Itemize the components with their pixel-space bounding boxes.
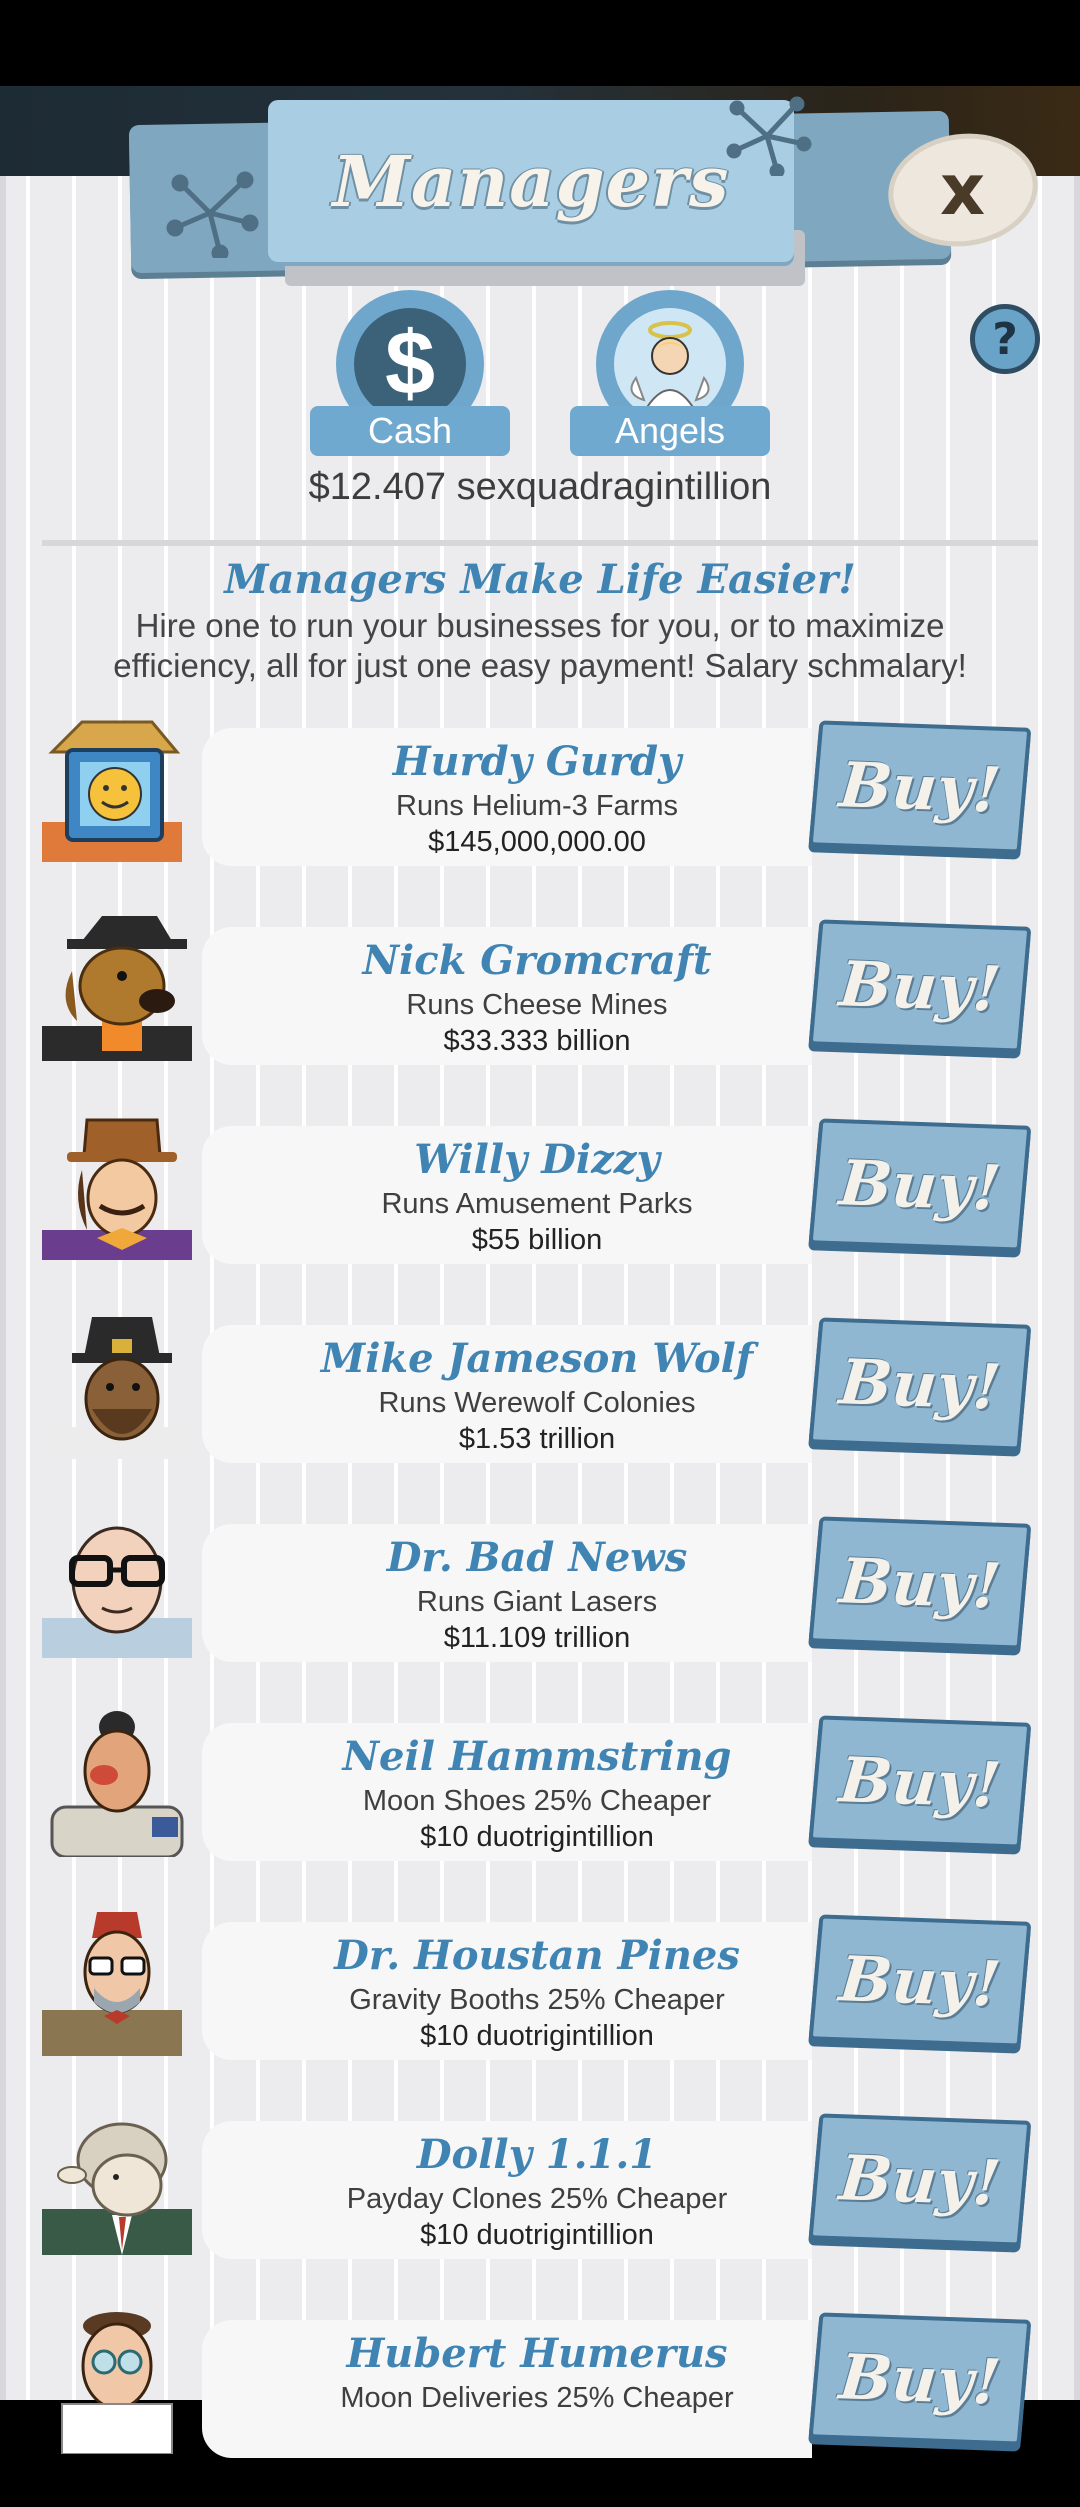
manager-cost: $55 billion — [471, 1224, 603, 1256]
promo-text: Hire one to run your businesses for you,… — [113, 607, 967, 684]
manager-name: Hubert Humerus — [346, 2330, 728, 2377]
tab-cash[interactable]: $ Cash — [310, 290, 510, 456]
buy-button[interactable]: Buy! — [808, 1118, 1032, 1252]
divider — [42, 540, 1038, 546]
manager-portrait — [42, 911, 192, 1061]
manager-row: Willy Dizzy Runs Amusement Parks $55 bil… — [0, 1114, 1080, 1313]
manager-portrait — [42, 712, 192, 862]
manager-cost: $11.109 trillion — [443, 1622, 631, 1654]
manager-portrait — [42, 1508, 192, 1658]
manager-name: Neil Hammstring — [342, 1733, 732, 1780]
manager-cost: $10 duotrigintillion — [420, 2020, 654, 2052]
manager-description: Runs Helium-3 Farms — [396, 790, 678, 822]
buy-button[interactable]: Buy! — [808, 1516, 1032, 1650]
manager-name: Dolly 1.1.1 — [416, 2131, 658, 2178]
buy-button[interactable]: Buy! — [808, 2113, 1032, 2247]
manager-cost: $10 duotrigintillion — [420, 2219, 654, 2251]
sparkle-icon — [166, 171, 259, 258]
manager-row: Dolly 1.1.1 Payday Clones 25% Cheaper $1… — [0, 2109, 1080, 2308]
manager-portrait — [42, 1707, 192, 1857]
manager-cost: $10 duotrigintillion — [420, 1821, 654, 1853]
manager-description: Runs Werewolf Colonies — [378, 1387, 696, 1419]
manager-portrait — [42, 2304, 192, 2454]
cash-balance: $12.407 sexquadragintillion — [308, 466, 772, 508]
buy-button[interactable]: Buy! — [808, 720, 1032, 854]
manager-cost: $145,000,000.00 — [428, 826, 646, 858]
header-banner: Managers — [268, 100, 794, 262]
manager-name: Hurdy Gurdy — [392, 738, 682, 785]
manager-description: Moon Deliveries 25% Cheaper — [340, 2382, 734, 2414]
manager-row: Dr. Bad News Runs Giant Lasers $11.109 t… — [0, 1512, 1080, 1711]
manager-description: Moon Shoes 25% Cheaper — [362, 1785, 712, 1817]
close-icon: x — [940, 149, 986, 231]
buy-button[interactable]: Buy! — [808, 919, 1032, 1053]
manager-name: Dr. Bad News — [386, 1534, 688, 1581]
manager-portrait — [42, 1110, 192, 1260]
manager-row: Mike Jameson Wolf Runs Werewolf Colonies… — [0, 1313, 1080, 1512]
manager-portrait — [42, 2105, 192, 2255]
manager-row: Hurdy Gurdy Runs Helium-3 Farms $145,000… — [0, 716, 1080, 915]
tab-angels[interactable]: Angels — [570, 290, 770, 456]
manager-portrait — [42, 1906, 192, 2056]
manager-description: Gravity Booths 25% Cheaper — [349, 1984, 725, 2016]
manager-row: Nick Gromcraft Runs Cheese Mines $33.333… — [0, 915, 1080, 1114]
manager-name: Willy Dizzy — [414, 1136, 660, 1183]
manager-portrait — [42, 1309, 192, 1459]
manager-cost: $33.333 billion — [443, 1025, 631, 1057]
manager-description: Runs Cheese Mines — [406, 989, 668, 1021]
manager-description: Runs Giant Lasers — [416, 1586, 658, 1618]
manager-description: Payday Clones 25% Cheaper — [346, 2183, 728, 2215]
sparkle-icon — [726, 96, 812, 176]
promo-title: Managers Make Life Easier! — [224, 556, 856, 603]
manager-name: Mike Jameson Wolf — [320, 1335, 754, 1382]
dollar-icon: $ — [354, 308, 466, 420]
manager-description: Runs Amusement Parks — [381, 1188, 693, 1220]
question-icon: ? — [992, 313, 1018, 365]
manager-name: Dr. Houstan Pines — [334, 1932, 740, 1979]
angel-icon — [614, 308, 726, 420]
buy-button[interactable]: Buy! — [808, 1914, 1032, 2048]
manager-row: Neil Hammstring Moon Shoes 25% Cheaper $… — [0, 1711, 1080, 1910]
buy-button[interactable]: Buy! — [808, 2312, 1032, 2446]
manager-name: Nick Gromcraft — [362, 937, 712, 984]
manager-cost: $1.53 trillion — [458, 1423, 616, 1455]
buy-button[interactable]: Buy! — [808, 1715, 1032, 1849]
page-title: Managers — [332, 139, 730, 223]
manager-row: Hubert Humerus Moon Deliveries 25% Cheap… — [0, 2308, 1080, 2507]
manager-row: Dr. Houstan Pines Gravity Booths 25% Che… — [0, 1910, 1080, 2109]
tab-angels-label: Angels — [614, 410, 726, 451]
help-button[interactable]: ? — [970, 304, 1040, 374]
status-bar — [0, 0, 1080, 86]
buy-button[interactable]: Buy! — [808, 1317, 1032, 1451]
tab-cash-label: Cash — [367, 410, 453, 451]
